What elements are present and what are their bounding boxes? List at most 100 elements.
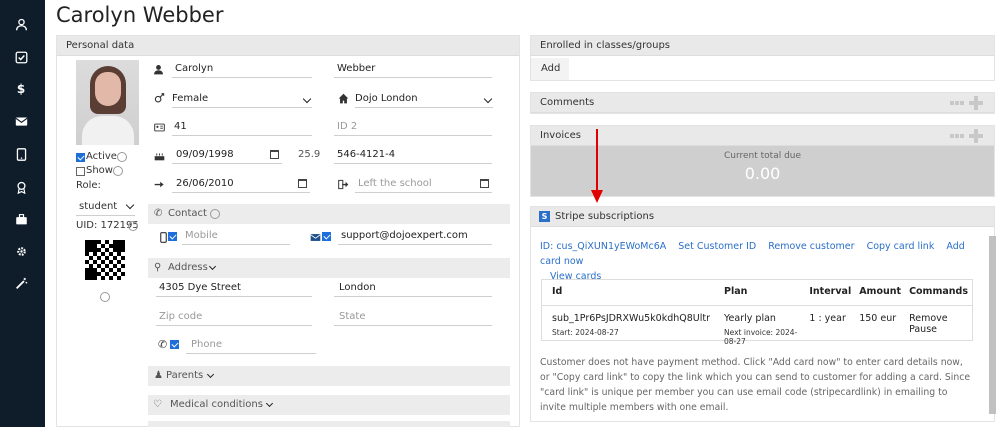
role-select[interactable]: student <box>76 198 135 216</box>
customer-id-link[interactable]: ID: cus_QiXUN1yEWoMc6A <box>540 241 666 252</box>
contact-section-header[interactable]: ✆ Contact <box>148 204 510 224</box>
last-name-field[interactable]: Webber <box>334 60 492 78</box>
state-field[interactable]: State <box>334 308 492 326</box>
phone-field[interactable]: Phone <box>186 336 316 354</box>
lightbulb-icon[interactable] <box>113 166 123 176</box>
person-icon: ♟ <box>154 370 163 381</box>
sign-in-icon <box>153 178 165 190</box>
avatar[interactable] <box>76 60 139 145</box>
zip-placeholder: Zip code <box>159 311 203 322</box>
chevron-down-icon <box>208 262 217 271</box>
chevron-down-icon <box>125 200 135 210</box>
lightbulb-icon[interactable] <box>210 209 220 219</box>
invoices-panel: Invoices Current total due 0.00 <box>530 125 995 197</box>
parents-label: Parents <box>166 370 204 381</box>
medical-label: Medical conditions <box>170 399 263 410</box>
sidebar: $ <box>0 0 45 427</box>
dollar-icon[interactable]: $ <box>14 82 28 96</box>
mobile-field[interactable]: Mobile <box>182 227 290 245</box>
chevron-down-icon <box>206 370 215 379</box>
zip-field[interactable]: Zip code <box>156 308 312 326</box>
more-icon[interactable] <box>950 101 964 105</box>
table-row: sub_1Pr6PsJDRXWu5k0kdhQ8Ultr Start: 2024-… <box>542 306 972 352</box>
user-icon[interactable] <box>14 17 28 31</box>
left-school-field[interactable]: Left the school <box>355 175 492 193</box>
column-header: Interval <box>805 280 856 306</box>
phone-placeholder: Phone <box>191 339 222 350</box>
first-name-field[interactable]: Carolyn <box>172 60 312 78</box>
join-date-field[interactable]: 26/06/2010 <box>172 175 310 193</box>
calendar-icon[interactable] <box>270 150 279 159</box>
lightbulb-icon[interactable] <box>100 292 110 302</box>
code-field[interactable]: 546-4121-4 <box>334 146 492 164</box>
left-school-placeholder: Left the school <box>358 178 432 189</box>
annotation-arrow-head <box>591 190 603 203</box>
envelope-icon <box>309 231 321 243</box>
stripe-panel: S Stripe subscriptions ID: cus_QiXUN1yEW… <box>530 206 995 422</box>
magic-wand-icon[interactable] <box>14 276 28 290</box>
next-section-header <box>148 421 510 427</box>
birthdate-field[interactable]: 09/09/1998 <box>172 146 282 164</box>
envelope-icon[interactable] <box>14 114 28 128</box>
member-number-field[interactable]: 41 <box>172 118 312 136</box>
email-field[interactable]: support@dojoexpert.com <box>338 227 492 245</box>
city-value: London <box>339 282 376 293</box>
plan-name: Yearly plan <box>724 313 776 324</box>
mobile-checkbox[interactable] <box>168 232 177 241</box>
add-comment-icon[interactable] <box>969 96 983 110</box>
active-checkbox[interactable] <box>76 153 85 162</box>
id-placeholder: ID 2 <box>337 121 358 132</box>
remove-pause-link[interactable]: Remove Pause <box>905 306 972 352</box>
scrollbar[interactable] <box>989 236 996 414</box>
role-label: Role: <box>76 180 101 191</box>
amount-value: 150 eur <box>859 313 897 324</box>
column-header: Commands <box>905 280 972 306</box>
email-checkbox[interactable] <box>322 232 331 241</box>
person-icon <box>152 63 164 75</box>
next-invoice: Next invoice: 2024-08-27 <box>724 328 798 346</box>
checkbox-icon[interactable] <box>14 50 28 64</box>
street-field[interactable]: 4305 Dye Street <box>156 279 312 297</box>
gender-select[interactable]: Female <box>172 90 312 108</box>
gear-icon[interactable] <box>14 244 28 258</box>
calendar-icon[interactable] <box>480 179 489 188</box>
phone-checkbox[interactable] <box>170 340 179 349</box>
phone-icon: ✆ <box>154 208 163 219</box>
briefcase-icon[interactable] <box>14 212 28 226</box>
current-total-label: Current total due <box>723 151 802 161</box>
copy-card-link[interactable]: Copy card link <box>867 241 935 252</box>
city-field[interactable]: London <box>334 279 492 297</box>
column-header: Amount <box>855 280 906 306</box>
add-invoice-icon[interactable] <box>969 129 983 143</box>
lightbulb-icon[interactable] <box>117 152 127 162</box>
birthdate-value: 09/09/1998 <box>176 149 234 160</box>
join-date-value: 26/06/2010 <box>176 178 234 189</box>
calendar-icon[interactable] <box>298 179 307 188</box>
set-customer-id-link[interactable]: Set Customer ID <box>678 241 756 252</box>
tablet-icon[interactable] <box>14 147 28 161</box>
member-number-value: 41 <box>174 121 187 132</box>
remove-customer-link[interactable]: Remove customer <box>768 241 854 252</box>
lightbulb-icon[interactable] <box>128 221 138 231</box>
stripe-actions: ID: cus_QiXUN1yEWoMc6A Set Customer ID R… <box>540 239 980 284</box>
address-section-header[interactable]: ⚲ Address <box>148 258 510 278</box>
current-total-value: 0.00 <box>744 164 781 183</box>
gender-value: Female <box>172 93 209 104</box>
parents-section-header[interactable]: ♟ Parents <box>148 366 510 386</box>
role-value: student <box>79 201 118 212</box>
birthday-cake-icon <box>153 149 165 161</box>
school-select[interactable]: Dojo London <box>355 90 493 108</box>
show-checkbox[interactable] <box>76 167 85 176</box>
subscription-id: sub_1Pr6PsJDRXWu5k0kdhQ8Ultr <box>552 313 711 324</box>
more-icon[interactable] <box>950 134 964 138</box>
award-icon[interactable] <box>14 180 28 194</box>
code-value: 546-4121-4 <box>337 149 396 160</box>
personal-data-header: Personal data <box>57 36 519 56</box>
chevron-down-icon <box>483 94 493 104</box>
email-value: support@dojoexpert.com <box>341 230 468 241</box>
show-label: Show <box>86 165 113 176</box>
id-field[interactable]: ID 2 <box>334 118 492 136</box>
medical-section-header[interactable]: ♡ Medical conditions <box>148 395 510 415</box>
last-name-value: Webber <box>337 63 376 74</box>
add-class-button[interactable]: Add <box>531 58 569 80</box>
